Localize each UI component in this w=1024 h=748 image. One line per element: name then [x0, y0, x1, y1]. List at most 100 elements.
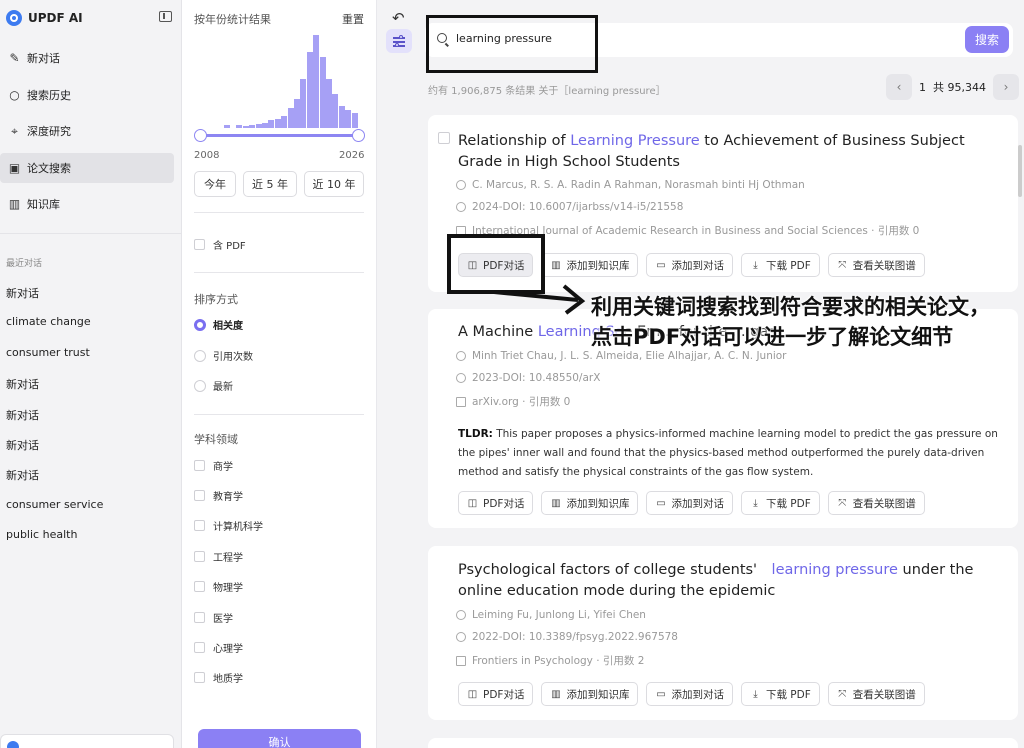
- histogram-bar: [345, 110, 352, 128]
- histogram-bar: [249, 125, 256, 128]
- radio[interactable]: [194, 349, 206, 362]
- sidebar-item-deep-research[interactable]: ⌖ 深度研究: [0, 116, 174, 146]
- histogram-bar: [281, 116, 288, 128]
- download-pdf-button[interactable]: ⤓ 下载 PDF: [740, 682, 820, 706]
- reset-button[interactable]: 重置: [342, 11, 364, 27]
- sort-citations-radio[interactable]: 引用次数: [194, 348, 253, 363]
- subject-checkbox[interactable]: 计算机科学: [194, 518, 263, 533]
- pdf-chat-button[interactable]: ◫ PDF对话: [458, 682, 534, 706]
- radio[interactable]: [194, 318, 206, 331]
- result-title[interactable]: Relationship of Learning Pressure to Ach…: [458, 131, 1003, 173]
- checkbox[interactable]: [194, 490, 205, 501]
- pdf-chat-button[interactable]: ◫ PDF对话: [458, 491, 534, 515]
- subject-checkbox[interactable]: 工程学: [194, 549, 243, 564]
- range-this-year-button[interactable]: 今年: [194, 171, 236, 197]
- recent-chat-item[interactable]: consumer trust: [6, 346, 90, 359]
- sidebar-item-search-history[interactable]: ○ 搜索历史: [0, 80, 174, 110]
- histogram-bar: [306, 51, 313, 128]
- recent-chat-item[interactable]: 新对话: [6, 285, 39, 301]
- view-graph-button[interactable]: ⤧ 查看关联图谱: [827, 682, 925, 706]
- recent-chat-item[interactable]: 新对话: [6, 407, 39, 423]
- user-account[interactable]: [0, 734, 174, 748]
- sidebar-item-paper-search[interactable]: ▣ 论文搜索: [0, 153, 174, 183]
- recent-chat-item[interactable]: 新对话: [6, 467, 39, 483]
- result-actions: ◫ PDF对话 ▥ 添加到知识库 ▭ 添加到对话 ⤓ 下载 PDF ⤧ 查看关联图谱: [458, 491, 933, 515]
- prev-page-button[interactable]: ‹: [886, 74, 912, 100]
- year-slider-track[interactable]: [200, 134, 358, 137]
- subject-label: 地质学: [213, 674, 243, 685]
- sidebar-item-label: 知识库: [27, 198, 60, 211]
- action-label: 查看关联图谱: [852, 259, 916, 272]
- checkbox[interactable]: [194, 581, 205, 592]
- recent-chat-item[interactable]: consumer service: [6, 498, 103, 511]
- search-icon: ○: [9, 87, 20, 102]
- histogram-bar: [223, 125, 230, 128]
- sidebar-item-knowledge-base[interactable]: ▥ 知识库: [0, 189, 174, 219]
- range-5-years-button[interactable]: 近 5 年: [243, 171, 297, 197]
- checkbox[interactable]: [194, 551, 205, 562]
- checkbox[interactable]: [194, 460, 205, 471]
- view-graph-button[interactable]: ⤧ 查看关联图谱: [827, 253, 925, 277]
- action-label: 查看关联图谱: [852, 688, 916, 701]
- sidebar-item-new-chat[interactable]: ✎ 新对话: [0, 43, 174, 73]
- next-page-button[interactable]: ›: [993, 74, 1019, 100]
- add-to-chat-button[interactable]: ▭ 添加到对话: [646, 682, 733, 706]
- graph-icon: ⤧: [838, 688, 847, 700]
- subject-checkbox[interactable]: 教育学: [194, 488, 243, 503]
- sort-relevance-radio[interactable]: 相关度: [194, 317, 243, 332]
- confirm-button[interactable]: 确认: [198, 729, 361, 748]
- sidebar-item-label: 深度研究: [27, 125, 71, 138]
- sort-newest-radio[interactable]: 最新: [194, 378, 233, 393]
- download-pdf-button[interactable]: ⤓ 下载 PDF: [740, 491, 820, 515]
- subject-checkbox[interactable]: 商学: [194, 458, 233, 473]
- result-title[interactable]: Psychological factors of college student…: [458, 560, 1003, 602]
- radio[interactable]: [194, 379, 206, 392]
- recent-chat-item[interactable]: 新对话: [6, 376, 39, 392]
- checkbox[interactable]: [194, 612, 205, 623]
- book-chat-icon: ◫: [467, 497, 478, 509]
- recent-chat-item[interactable]: climate change: [6, 315, 91, 328]
- scrollbar[interactable]: [1018, 145, 1022, 197]
- subject-checkbox[interactable]: 地质学: [194, 670, 243, 685]
- venue: Frontiers in Psychology · 引用数 2: [456, 653, 644, 668]
- histogram-bar: [255, 124, 262, 128]
- filter-toggle-button[interactable]: [386, 29, 412, 53]
- download-pdf-button[interactable]: ⤓ 下载 PDF: [740, 253, 820, 277]
- subject-checkbox[interactable]: 医学: [194, 610, 233, 625]
- subject-label: 物理学: [213, 583, 243, 594]
- venue-text: Frontiers in Psychology · 引用数 2: [472, 655, 645, 667]
- authors-text: C. Marcus, R. S. A. Radin A Rahman, Nora…: [472, 179, 805, 191]
- action-label: 添加到对话: [671, 688, 724, 701]
- add-to-knowledge-base-button[interactable]: ▥ 添加到知识库: [541, 253, 639, 277]
- download-icon: ⤓: [753, 259, 758, 271]
- action-label: 下载 PDF: [765, 259, 811, 272]
- search-button[interactable]: 搜索: [965, 26, 1009, 53]
- subject-label: 商学: [213, 462, 233, 473]
- range-10-years-button[interactable]: 近 10 年: [304, 171, 364, 197]
- subject-checkbox[interactable]: 心理学: [194, 640, 243, 655]
- checkbox[interactable]: [194, 239, 205, 250]
- venue: arXiv.org · 引用数 0: [456, 394, 570, 409]
- collapse-sidebar-icon[interactable]: [159, 11, 172, 22]
- result-card: [428, 738, 1018, 748]
- action-label: 下载 PDF: [765, 688, 811, 701]
- select-result-checkbox[interactable]: [438, 132, 450, 144]
- checkbox[interactable]: [194, 520, 205, 531]
- add-to-knowledge-base-button[interactable]: ▥ 添加到知识库: [541, 682, 639, 706]
- checkbox[interactable]: [194, 672, 205, 683]
- total-pages: 共 95,344: [933, 81, 986, 94]
- add-to-chat-button[interactable]: ▭ 添加到对话: [646, 491, 733, 515]
- has-pdf-checkbox[interactable]: 含 PDF: [194, 237, 246, 252]
- recent-chat-item[interactable]: 新对话: [6, 437, 39, 453]
- year-slider-start-handle[interactable]: [194, 129, 207, 142]
- subject-checkbox[interactable]: 物理学: [194, 579, 243, 594]
- add-to-knowledge-base-button[interactable]: ▥ 添加到知识库: [541, 491, 639, 515]
- checkbox[interactable]: [194, 642, 205, 653]
- add-to-chat-button[interactable]: ▭ 添加到对话: [646, 253, 733, 277]
- histogram-bar: [300, 79, 307, 128]
- year-slider-end-handle[interactable]: [352, 129, 365, 142]
- doi-text: 2023-DOI: 10.48550/arX: [472, 372, 601, 384]
- recent-chat-item[interactable]: public health: [6, 528, 77, 541]
- view-graph-button[interactable]: ⤧ 查看关联图谱: [827, 491, 925, 515]
- back-arrow-icon[interactable]: ↶: [392, 9, 405, 27]
